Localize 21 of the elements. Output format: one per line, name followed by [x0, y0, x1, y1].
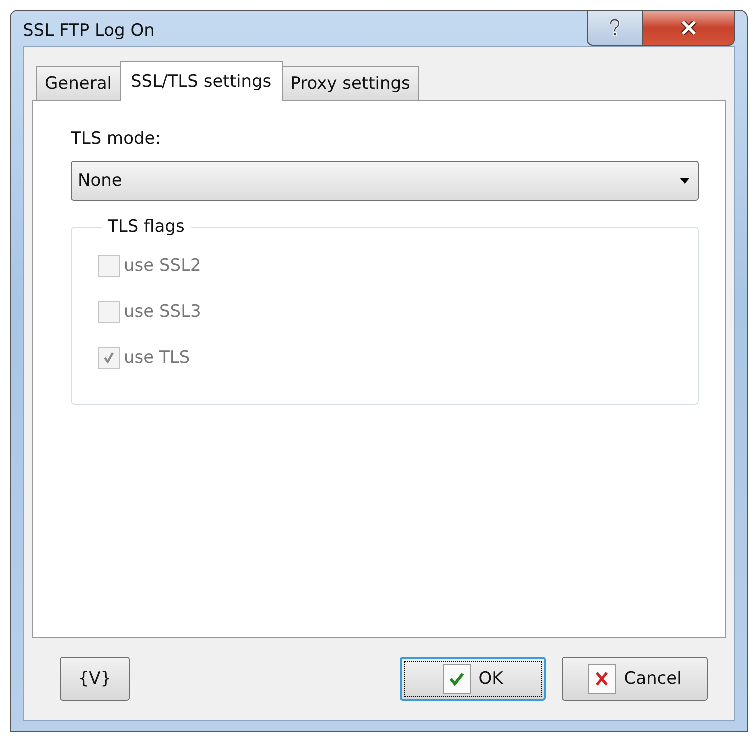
checkbox-label: use SSL3: [124, 302, 202, 322]
tab[interactable]: General: [36, 66, 121, 100]
group-title: TLS flags: [107, 217, 186, 237]
variables-button[interactable]: {V}: [60, 657, 130, 701]
help-button[interactable]: [587, 10, 643, 46]
checkmark-icon: [442, 664, 471, 694]
checkmark-icon: [103, 352, 115, 364]
checkbox-label: use SSL2: [124, 256, 202, 276]
cancel-button[interactable]: Cancel: [562, 657, 708, 701]
question-mark-icon: [608, 19, 622, 37]
window-title: SSL FTP Log On: [23, 20, 155, 40]
tab[interactable]: SSL/TLS settings: [120, 61, 283, 101]
close-icon: [680, 21, 698, 35]
cross-icon: [588, 664, 616, 694]
field-label: TLS mode:: [71, 129, 162, 149]
checkbox-label: use TLS: [124, 348, 190, 368]
tab[interactable]: Proxy settings: [282, 66, 420, 100]
close-button[interactable]: [643, 10, 735, 46]
ok-button[interactable]: OK: [400, 657, 546, 701]
dropdown-arrow-icon: [680, 178, 690, 184]
tls-mode-dropdown[interactable]: None: [71, 161, 699, 201]
